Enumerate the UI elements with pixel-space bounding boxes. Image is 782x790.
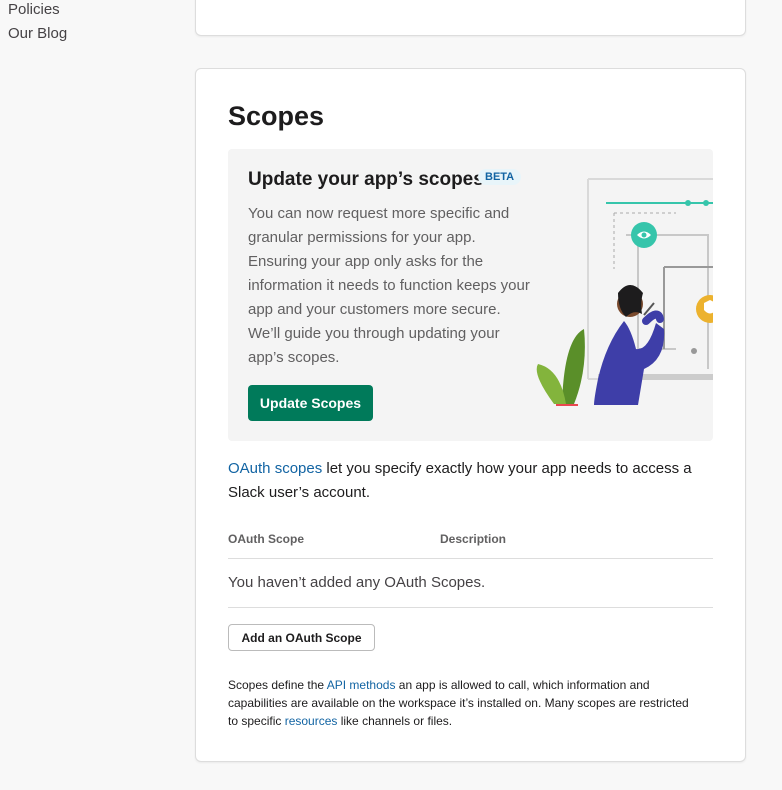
section-title: Scopes <box>228 101 325 131</box>
promo-title: Update your app’s scopes <box>248 169 484 190</box>
oauth-scopes-table: OAuth Scope Description You haven’t adde… <box>228 528 713 608</box>
scopes-footnote: Scopes define the API methods an app is … <box>228 676 698 730</box>
footnote-text-3: like channels or files. <box>337 714 453 728</box>
shield-icon <box>696 295 713 323</box>
scopes-card: Scopes Update your app’s scopes BETA You… <box>195 68 746 762</box>
add-oauth-scope-button[interactable]: Add an OAuth Scope <box>228 624 375 651</box>
resources-link[interactable]: resources <box>285 714 338 728</box>
eye-icon <box>631 222 657 248</box>
update-scopes-button[interactable]: Update Scopes <box>248 385 373 421</box>
table-header: OAuth Scope Description <box>228 528 713 559</box>
column-header-description: Description <box>440 532 507 546</box>
oauth-scopes-link[interactable]: OAuth scopes <box>228 460 322 477</box>
scopes-intro: OAuth scopes let you specify exactly how… <box>228 457 718 505</box>
sidebar-link-policies[interactable]: Policies <box>8 1 60 18</box>
footnote-text-1: Scopes define the <box>228 678 327 692</box>
sidebar-link-our-blog[interactable]: Our Blog <box>8 25 67 42</box>
promo-description: You can now request more specific and gr… <box>248 205 530 366</box>
scopes-illustration <box>536 178 713 406</box>
beta-badge: BETA <box>478 169 522 185</box>
previous-section-card <box>195 0 746 36</box>
table-empty-row: You haven’t added any OAuth Scopes. <box>228 559 713 608</box>
column-header-oauth-scope: OAuth Scope <box>228 532 305 546</box>
api-methods-link[interactable]: API methods <box>327 678 396 692</box>
update-scopes-promo: Update your app’s scopes BETA You can no… <box>228 149 713 441</box>
empty-message: You haven’t added any OAuth Scopes. <box>228 574 486 591</box>
